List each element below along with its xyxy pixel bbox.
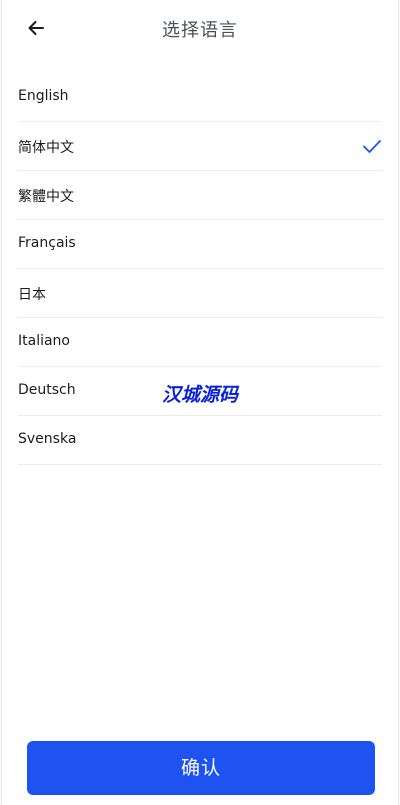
language-label: Français (18, 235, 76, 251)
page-title: 选择语言 (162, 20, 238, 41)
language-label: English (18, 88, 69, 104)
language-item-italian[interactable]: Italiano (18, 318, 382, 367)
language-item-swedish[interactable]: Svenska (18, 416, 382, 465)
language-item-traditional-chinese[interactable]: 繁體中文 (18, 171, 382, 220)
watermark-text: 汉城源码 (161, 384, 238, 406)
language-label: Italiano (18, 333, 70, 349)
language-item-japanese[interactable]: 日本 (18, 269, 382, 318)
language-label: 日本 (18, 287, 46, 303)
language-select-screen: 选择语言 English 简体中文 繁體中文 Français 日本 Itali… (1, 0, 399, 805)
checkmark-icon (363, 140, 381, 153)
confirm-button[interactable]: 确认 (27, 741, 375, 795)
language-label: Svenska (18, 431, 77, 447)
header: 选择语言 (2, 0, 398, 56)
language-item-french[interactable]: Français (18, 220, 382, 269)
language-label: 繁體中文 (18, 189, 74, 205)
language-item-english[interactable]: English (18, 73, 382, 122)
language-item-simplified-chinese[interactable]: 简体中文 (18, 122, 382, 171)
language-label: 简体中文 (18, 140, 74, 156)
